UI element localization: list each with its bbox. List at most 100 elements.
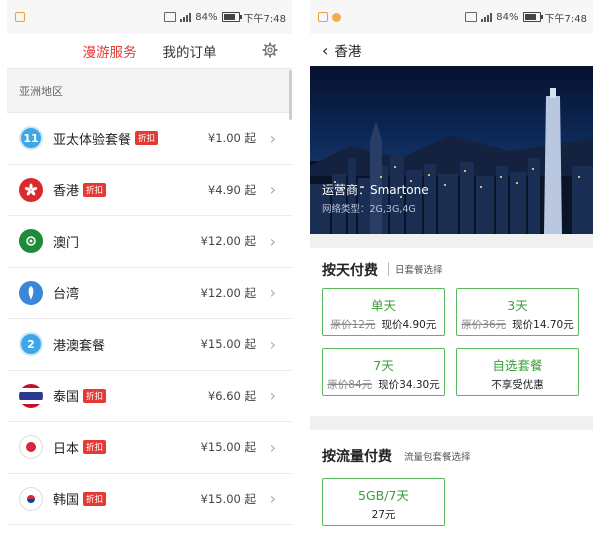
price: ¥12.00 起 xyxy=(200,285,256,300)
price: ¥4.90 起 xyxy=(207,182,256,197)
list-item[interactable]: 日本 折扣 ¥15.00 起 › xyxy=(7,422,292,474)
original-price: 原价36元 xyxy=(461,319,507,331)
original-price: 原价84元 xyxy=(327,379,373,391)
day-plan-panel: 按天付费 日套餐选择 单天 原价12元 现价4.90元 3天 原价36元 现价14.… xyxy=(310,248,593,416)
discount-badge: 折扣 xyxy=(83,388,107,403)
region-name: 香港 xyxy=(53,184,80,200)
left-phone-screen: 84% 下午7:48 漫游服务 我的订单 亚洲地区 11 亚太体验套餐 折扣 ¥… xyxy=(7,0,292,533)
plan-name: 5GB/7天 xyxy=(358,488,409,503)
price: ¥15.00 起 xyxy=(200,337,256,352)
list-item[interactable]: 香港 折扣 ¥4.90 起 › xyxy=(7,164,292,216)
price: ¥1.00 起 xyxy=(207,131,256,146)
region-name: 韩国 xyxy=(53,493,80,509)
japan-flag-icon xyxy=(19,435,43,460)
battery-percent: 84% xyxy=(496,11,519,23)
hong-kong-flag-icon xyxy=(19,177,43,202)
battery-percent: 84% xyxy=(195,11,218,23)
plan-seven-days[interactable]: 7天 原价84元 现价34.30元 xyxy=(322,348,445,396)
taiwan-icon xyxy=(19,280,43,305)
korea-flag-icon xyxy=(19,486,43,511)
discount-badge: 折扣 xyxy=(135,131,159,146)
right-phone-screen: 84% 下午7:48 ‹ 香港 运营商：Smartone 网络类型：2G,3G,… xyxy=(310,0,593,533)
tab-my-orders[interactable]: 我的订单 xyxy=(163,41,217,61)
divider xyxy=(310,416,593,430)
chevron-right-icon: › xyxy=(269,334,276,354)
macau-flag-icon xyxy=(19,229,43,254)
discount-badge: 折扣 xyxy=(83,440,107,455)
network-type-label: 网络类型：2G,3G,4G xyxy=(322,204,416,215)
status-bar: 84% 下午7:48 xyxy=(310,0,593,34)
plan-name: 3天 xyxy=(507,298,528,313)
list-item[interactable]: 11 亚太体验套餐 折扣 ¥1.00 起 › xyxy=(7,113,292,165)
region-name: 澳门 xyxy=(53,235,80,251)
chevron-right-icon: › xyxy=(269,386,276,406)
discount-badge: 折扣 xyxy=(83,491,107,506)
app-notification-icon xyxy=(332,12,341,22)
asia-pacific-icon: 11 xyxy=(19,126,43,151)
data-section-title: 按流量付费 xyxy=(322,449,392,465)
top-nav: 漫游服务 我的订单 xyxy=(7,34,292,69)
plan-name: 7天 xyxy=(373,358,394,373)
data-plan-panel: 按流量付费 流量包套餐选择 5GB/7天 27元 xyxy=(310,430,593,533)
plan-5gb-7days[interactable]: 5GB/7天 27元 xyxy=(322,478,445,526)
current-price: 现价14.70元 xyxy=(512,319,574,331)
discount-badge: 折扣 xyxy=(83,182,107,197)
original-price: 原价12元 xyxy=(330,319,376,331)
clock: 下午7:48 xyxy=(243,13,286,25)
price: ¥12.00 起 xyxy=(200,234,256,249)
plan-custom[interactable]: 自选套餐 不享受优惠 xyxy=(456,348,579,396)
price: ¥15.00 起 xyxy=(200,491,256,506)
scrollbar[interactable] xyxy=(289,70,292,120)
notification-icon xyxy=(318,12,328,22)
region-name: 台湾 xyxy=(53,287,80,303)
signal-icon xyxy=(481,12,493,22)
hk-macau-package-icon: 2 xyxy=(19,332,43,357)
data-section-subtitle: 流量包套餐选择 xyxy=(404,452,471,463)
chevron-right-icon: › xyxy=(269,437,276,457)
page-title: 香港 xyxy=(334,44,362,60)
list-item[interactable]: 台湾 ¥12.00 起 › xyxy=(7,267,292,319)
status-bar: 84% 下午7:48 xyxy=(7,0,292,34)
list-item[interactable]: 2 港澳套餐 ¥15.00 起 › xyxy=(7,319,292,371)
region-name: 港澳套餐 xyxy=(53,338,106,354)
chevron-right-icon: › xyxy=(269,180,276,200)
tab-roaming-service[interactable]: 漫游服务 xyxy=(83,41,137,61)
chevron-right-icon: › xyxy=(269,231,276,251)
chevron-right-icon: › xyxy=(269,489,276,509)
region-name: 泰国 xyxy=(53,390,80,406)
plan-name: 单天 xyxy=(370,298,396,313)
current-price: 27元 xyxy=(371,509,396,521)
clock: 下午7:48 xyxy=(544,13,587,25)
plan-three-days[interactable]: 3天 原价36元 现价14.70元 xyxy=(456,288,579,336)
chevron-right-icon: › xyxy=(269,128,276,148)
operator-label: 运营商：Smartone xyxy=(322,183,429,197)
price: ¥15.00 起 xyxy=(200,440,256,455)
list-item[interactable]: 韩国 折扣 ¥15.00 起 › xyxy=(7,473,292,525)
page-header: ‹ 香港 xyxy=(310,34,593,66)
gear-icon[interactable] xyxy=(262,42,278,58)
current-price: 不享受优惠 xyxy=(491,379,544,391)
message-icon xyxy=(465,12,478,22)
thailand-flag-icon xyxy=(19,383,43,408)
day-section-subtitle: 日套餐选择 xyxy=(388,262,443,276)
region-name: 日本 xyxy=(53,441,80,457)
section-asia: 亚洲地区 xyxy=(7,69,292,113)
signal-icon xyxy=(180,12,192,22)
plan-name: 自选套餐 xyxy=(492,358,543,373)
chevron-right-icon: › xyxy=(269,283,276,303)
current-price: 现价4.90元 xyxy=(381,319,437,331)
hong-kong-skyline-image: 运营商：Smartone 网络类型：2G,3G,4G xyxy=(310,66,593,234)
notification-icon xyxy=(15,12,25,22)
current-price: 现价34.30元 xyxy=(378,379,440,391)
battery-icon xyxy=(522,12,543,22)
list-item[interactable]: 澳门 ¥12.00 起 › xyxy=(7,216,292,268)
day-section-title: 按天付费 xyxy=(322,263,378,279)
region-name: 亚太体验套餐 xyxy=(53,132,132,148)
message-icon xyxy=(164,12,177,22)
price: ¥6.60 起 xyxy=(207,388,256,403)
back-arrow-icon[interactable]: ‹ xyxy=(322,41,328,60)
divider xyxy=(310,234,593,248)
plan-single-day[interactable]: 单天 原价12元 现价4.90元 xyxy=(322,288,445,336)
battery-icon xyxy=(221,12,242,22)
list-item[interactable]: 泰国 折扣 ¥6.60 起 › xyxy=(7,370,292,422)
